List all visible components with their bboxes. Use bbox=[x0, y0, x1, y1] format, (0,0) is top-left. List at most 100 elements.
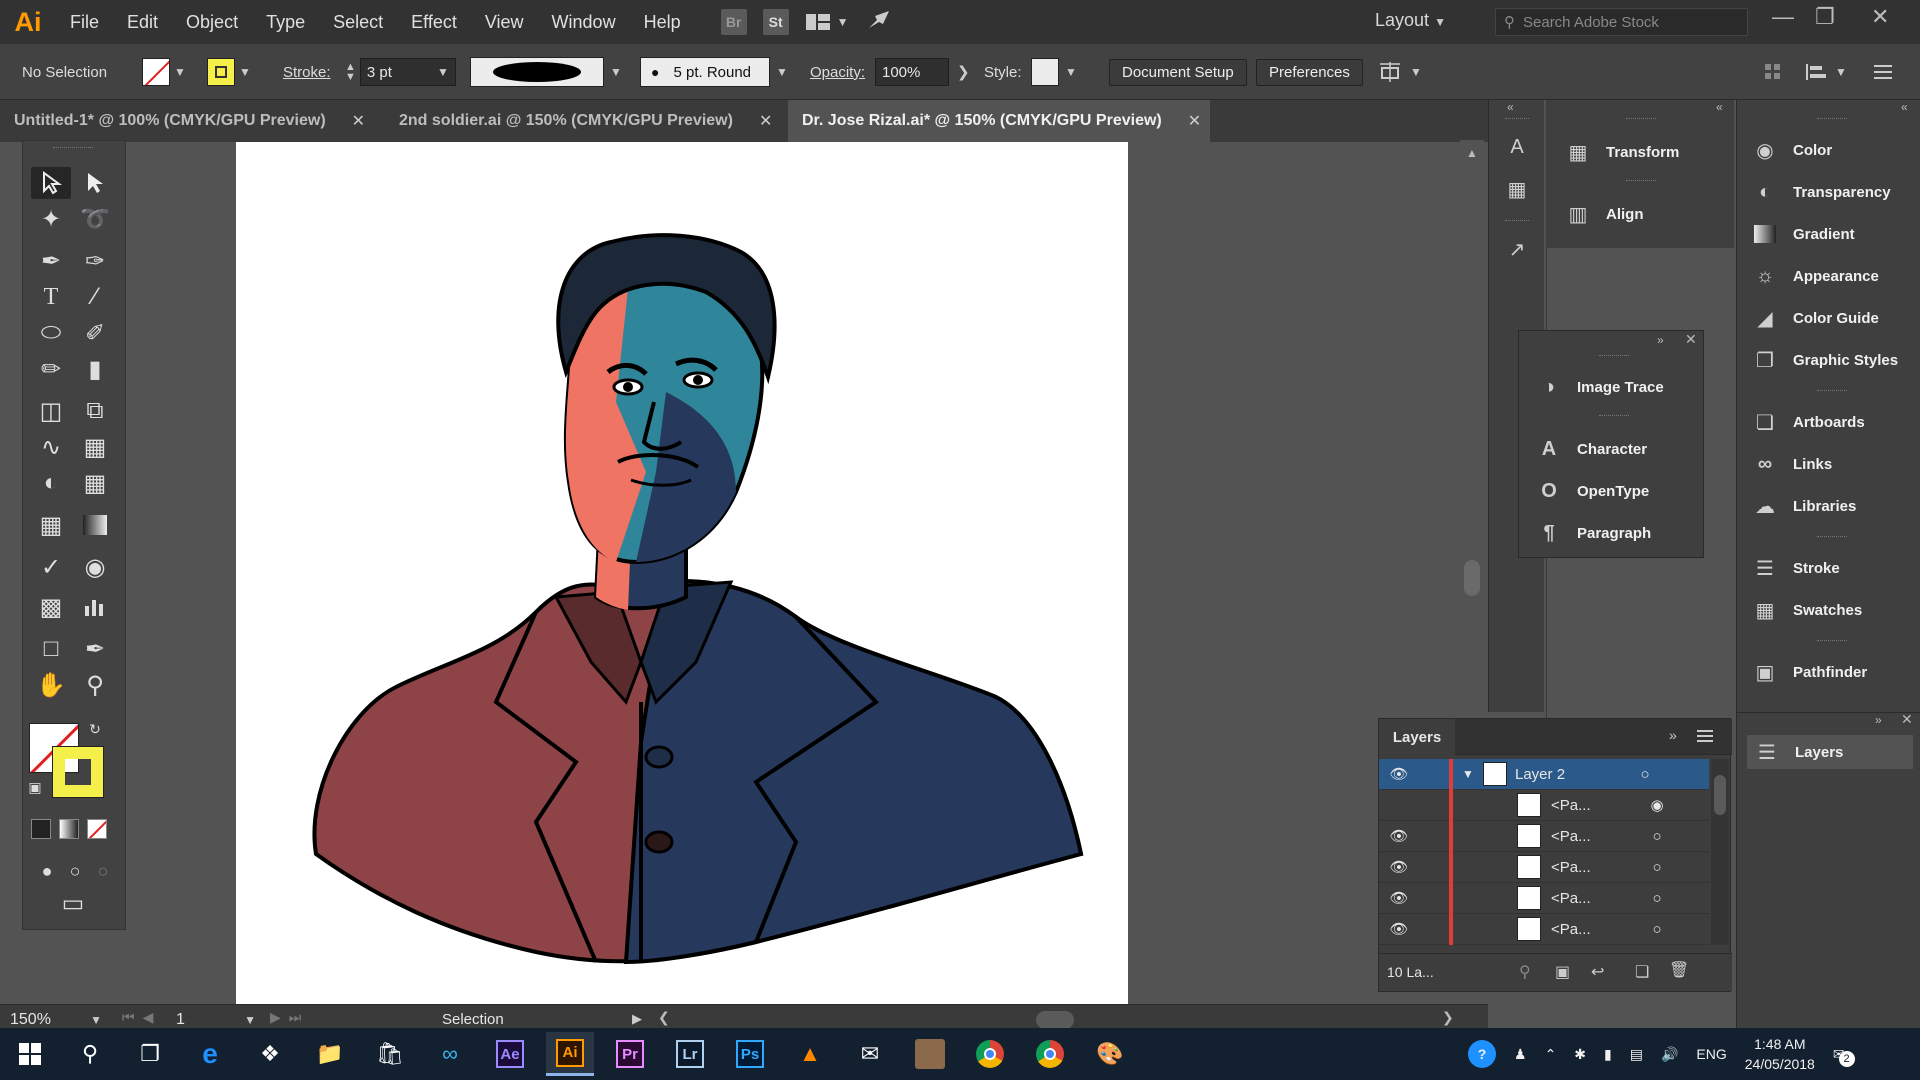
column-graph-tool-icon[interactable] bbox=[75, 591, 115, 623]
paragraph-panel-button[interactable]: ¶ Paragraph bbox=[1535, 515, 1695, 551]
menu-object[interactable]: Object bbox=[172, 12, 252, 33]
file-explorer-icon[interactable]: 📁 bbox=[306, 1032, 354, 1076]
collapse-panel-dock-icon[interactable]: « bbox=[1901, 100, 1908, 114]
arrange-documents-icon[interactable]: ▼ bbox=[805, 12, 849, 32]
new-sublayer-icon[interactable]: ↩ bbox=[1591, 962, 1604, 982]
shape-builder-tool-icon[interactable]: ◐ bbox=[31, 467, 71, 499]
people-icon[interactable]: ♟ bbox=[1514, 1046, 1527, 1063]
close-icon[interactable]: ✕ bbox=[1871, 4, 1889, 30]
bridge-button[interactable]: Br bbox=[720, 9, 747, 35]
fill-control[interactable]: ▼ bbox=[142, 54, 186, 90]
target-circle-icon[interactable]: ○ bbox=[1647, 921, 1667, 938]
collapse-middle-icon[interactable]: « bbox=[1716, 100, 1723, 114]
clipping-mask-icon[interactable]: ▣ bbox=[1555, 962, 1570, 982]
screen-mode-icon[interactable]: ▭ bbox=[53, 887, 93, 919]
stock-button[interactable]: St bbox=[762, 9, 789, 35]
edge-browser-icon[interactable]: e bbox=[186, 1032, 234, 1076]
layer-row-path[interactable]: 👁 <Pa... ○ bbox=[1379, 882, 1709, 914]
chrome-profile-icon[interactable] bbox=[1026, 1032, 1074, 1076]
infinity-app-icon[interactable]: ∞ bbox=[426, 1032, 474, 1076]
artboard-prev-icon[interactable]: ⏮◀ bbox=[122, 1009, 161, 1026]
task-view-icon[interactable]: ❐ bbox=[126, 1032, 174, 1076]
menu-select[interactable]: Select bbox=[319, 12, 397, 33]
symbol-sprayer-tool-icon[interactable]: ▩ bbox=[31, 591, 71, 623]
scale-tool-icon[interactable]: ⧉ bbox=[75, 395, 115, 427]
store-icon[interactable]: 🛍 bbox=[366, 1032, 414, 1076]
arrange-icon[interactable] bbox=[1764, 54, 1782, 90]
stroke-swatch[interactable] bbox=[52, 746, 104, 798]
network-icon[interactable]: ▤ bbox=[1630, 1046, 1643, 1063]
collapse-dock-icon[interactable]: « bbox=[1507, 100, 1514, 114]
profile-dropdown-icon[interactable]: ▼ bbox=[610, 65, 622, 79]
stroke-weight-field[interactable]: 3 pt ▼ bbox=[359, 58, 456, 86]
reflect-tool-icon[interactable]: ◫ bbox=[31, 395, 71, 427]
layer-row-path[interactable]: 👁 <Pa... ○ bbox=[1379, 820, 1709, 852]
character-panel-button[interactable]: A Character bbox=[1535, 431, 1695, 467]
target-circle-icon[interactable]: ○ bbox=[1647, 859, 1667, 876]
path-name[interactable]: <Pa... bbox=[1551, 890, 1647, 907]
tab-untitled-1[interactable]: Untitled-1* @ 100% (CMYK/GPU Preview) ✕ bbox=[0, 100, 385, 142]
layers-scrollbar[interactable] bbox=[1711, 759, 1729, 945]
scroll-thumb[interactable] bbox=[1464, 560, 1480, 596]
free-transform-tool-icon[interactable]: ▦ bbox=[75, 431, 115, 463]
preferences-button[interactable]: Preferences bbox=[1256, 58, 1363, 86]
blend-tool-icon[interactable]: ◉ bbox=[75, 551, 115, 583]
search-icon[interactable]: ⚲ bbox=[66, 1032, 114, 1076]
fill-dropdown-icon[interactable]: ▼ bbox=[174, 65, 186, 79]
layer-row-path[interactable]: 👁 <Pa... ○ bbox=[1379, 913, 1709, 945]
artboard-tool-icon[interactable]: □ bbox=[31, 633, 71, 665]
color-mode-none-icon[interactable] bbox=[87, 819, 107, 839]
draw-inside-icon[interactable]: ○ bbox=[83, 855, 123, 887]
magic-wand-tool-icon[interactable]: ✦ bbox=[31, 203, 71, 235]
export-icon[interactable]: ↗ bbox=[1503, 236, 1531, 262]
color-mode-gradient-icon[interactable] bbox=[59, 819, 79, 839]
gpu-performance-icon[interactable] bbox=[865, 8, 893, 37]
menu-view[interactable]: View bbox=[471, 12, 538, 33]
scroll-right-icon[interactable]: ❯ bbox=[1442, 1009, 1454, 1026]
help-icon[interactable]: ? bbox=[1468, 1040, 1496, 1068]
dropbox-icon[interactable]: ❖ bbox=[246, 1032, 294, 1076]
opacity-field[interactable]: 100% bbox=[875, 58, 949, 86]
path-name[interactable]: <Pa... bbox=[1551, 921, 1647, 938]
align-options-icon[interactable]: ▼ bbox=[1805, 54, 1847, 90]
opacity-arrow-icon[interactable]: ❯ bbox=[957, 63, 970, 81]
horizontal-scroll-thumb[interactable] bbox=[1036, 1011, 1074, 1029]
document-setup-button[interactable]: Document Setup bbox=[1109, 58, 1247, 86]
target-circle-icon[interactable]: ○ bbox=[1647, 828, 1667, 845]
volume-icon[interactable]: 🔊 bbox=[1661, 1046, 1678, 1063]
layer-row-path[interactable]: 👁 <Pa... ○ bbox=[1379, 851, 1709, 883]
layer-name[interactable]: Layer 2 bbox=[1515, 766, 1635, 783]
battery-icon[interactable]: ▮ bbox=[1604, 1046, 1612, 1063]
lightroom-icon[interactable]: Lr bbox=[666, 1032, 714, 1076]
default-fill-stroke-icon[interactable]: ▣ bbox=[25, 777, 45, 797]
symbols-icon[interactable]: ▦ bbox=[1503, 176, 1531, 202]
restore-icon[interactable]: ❐ bbox=[1815, 4, 1835, 30]
stroke-color-dropdown-icon[interactable]: ▼ bbox=[239, 65, 251, 79]
zoom-tool-icon[interactable]: ⚲ bbox=[75, 669, 115, 701]
close-tab-icon[interactable]: ✕ bbox=[1188, 111, 1201, 131]
curvature-tool-icon[interactable]: ✑ bbox=[75, 245, 115, 277]
status-menu-icon[interactable]: ▶ bbox=[632, 1011, 642, 1027]
stroke-color-swatch[interactable] bbox=[207, 58, 235, 86]
paint-icon[interactable]: 🎨 bbox=[1086, 1032, 1134, 1076]
stroke-panel-button[interactable]: ☰ Stroke bbox=[1751, 550, 1840, 586]
menu-window[interactable]: Window bbox=[538, 12, 630, 33]
eraser-tool-icon[interactable]: ▮ bbox=[75, 353, 115, 385]
artboards-panel-button[interactable]: ❏ Artboards bbox=[1751, 404, 1865, 440]
menu-type[interactable]: Type bbox=[252, 12, 319, 33]
opentype-panel-button[interactable]: O OpenType bbox=[1535, 473, 1695, 509]
warp-tool-icon[interactable]: ∿ bbox=[31, 431, 71, 463]
vlc-icon[interactable]: ▲ bbox=[786, 1032, 834, 1076]
pen-tool-icon[interactable]: ✒ bbox=[31, 245, 71, 277]
delete-layer-icon[interactable]: 🗑 bbox=[1669, 960, 1689, 980]
eyedropper-tool-icon[interactable]: ✓ bbox=[31, 551, 71, 583]
layers-panel-button[interactable]: ☰ Layers bbox=[1747, 735, 1913, 769]
swatches-panel-button[interactable]: ▦ Swatches bbox=[1751, 592, 1863, 628]
tab-dr-jose-rizal[interactable]: Dr. Jose Rizal.ai* @ 150% (CMYK/GPU Prev… bbox=[788, 100, 1210, 142]
layers-expand-icon[interactable]: » bbox=[1669, 727, 1677, 743]
stroke-color-control[interactable]: ▼ bbox=[207, 54, 251, 90]
search-stock-field[interactable]: ⚲ Search Adobe Stock bbox=[1495, 8, 1748, 36]
color-panel-button[interactable]: ◉ Color bbox=[1751, 132, 1832, 168]
direct-selection-tool-icon[interactable] bbox=[75, 167, 115, 199]
perspective-grid-tool-icon[interactable]: ▦ bbox=[75, 467, 115, 499]
